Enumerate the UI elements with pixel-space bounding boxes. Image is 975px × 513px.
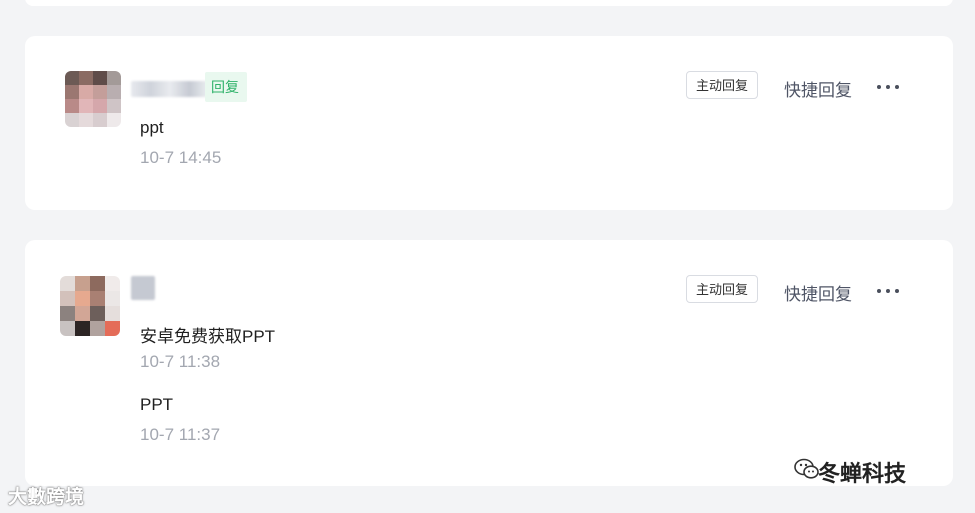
watermark-right: 冬蝉科技	[818, 461, 907, 486]
watermark-left: 大數跨境	[8, 487, 85, 508]
message-text: PPT	[140, 395, 174, 414]
more-horizontal-icon[interactable]	[875, 286, 901, 296]
conversation-card: 主动回复 快捷回复 安卓免费获取PPT 10-7 11:38 PPT 10-7 …	[25, 240, 953, 486]
conversation-card: 回复 主动回复 快捷回复 ppt 10-7 14:45	[25, 36, 953, 210]
avatar[interactable]	[65, 71, 121, 127]
message-time: 10-7 11:37	[140, 425, 221, 444]
message-text: 安卓免费获取PPT	[140, 327, 276, 346]
contact-name	[131, 276, 155, 300]
quick-reply-button[interactable]: 快捷回复	[784, 76, 852, 101]
wechat-icon	[794, 458, 819, 479]
active-reply-button[interactable]: 主动回复	[686, 275, 759, 303]
active-reply-button[interactable]: 主动回复	[686, 71, 759, 99]
reply-status-badge: 回复	[205, 72, 247, 102]
quick-reply-button[interactable]: 快捷回复	[784, 280, 852, 305]
message-time: 10-7 11:38	[140, 352, 221, 371]
message-text: ppt	[140, 118, 164, 137]
more-horizontal-icon[interactable]	[875, 82, 901, 92]
previous-conversation-card	[25, 0, 953, 6]
message-time: 10-7 14:45	[140, 148, 222, 167]
contact-name	[131, 81, 209, 97]
avatar[interactable]	[60, 276, 120, 336]
